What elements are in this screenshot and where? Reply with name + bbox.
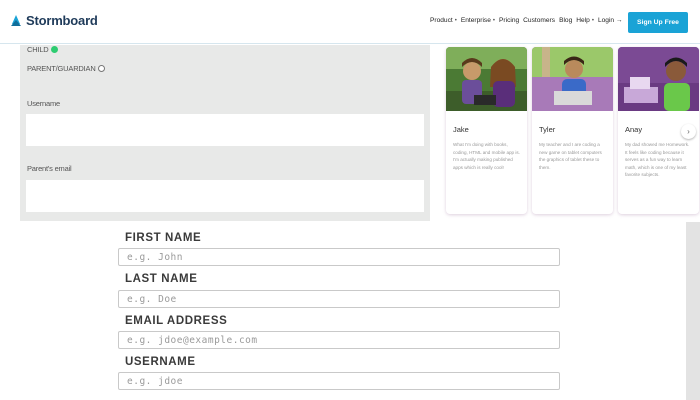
main-nav: Product • Enterprise • Pricing Customers B… (430, 17, 623, 24)
nav-customers[interactable]: Customers (523, 17, 555, 24)
top-header: Stormboard Product • Enterprise • Pricing … (0, 0, 700, 44)
testimonial-photo (618, 47, 699, 111)
form-username-field[interactable] (118, 372, 560, 390)
first-name-field[interactable] (118, 248, 560, 266)
logo-text: Stormboard (26, 13, 98, 28)
nav-product-label: Product (430, 17, 453, 24)
username-field[interactable] (26, 114, 424, 146)
email-label: EMAIL ADDRESS (125, 315, 228, 327)
nav-blog[interactable]: Blog (559, 17, 572, 24)
nav-help-label: Help (576, 17, 590, 24)
testimonial-description: What I'm doing with books, coding, HTML … (453, 142, 520, 170)
sign-up-free-button[interactable]: Sign Up Free (628, 12, 688, 33)
role-parent-option[interactable]: PARENT/GUARDIAN (27, 64, 105, 73)
testimonial-name: Anay (625, 125, 643, 134)
email-field[interactable] (118, 331, 560, 349)
testimonial-description: My dad showed me Homework. It feels like… (625, 142, 690, 178)
page: Stormboard Product • Enterprise • Pricing … (0, 0, 700, 400)
testimonial-name: Jake (453, 125, 469, 134)
nav-product-caret-icon: • (454, 17, 457, 24)
testimonial-photo (446, 47, 527, 111)
nav-help[interactable]: Help • (576, 17, 594, 24)
testimonial-photo (532, 47, 613, 111)
parent-email-field[interactable] (26, 180, 424, 212)
last-name-label: LAST NAME (125, 273, 198, 285)
nav-help-caret-icon: • (591, 17, 594, 24)
last-name-field[interactable] (118, 290, 560, 308)
logo[interactable]: Stormboard (10, 13, 98, 28)
role-child-option[interactable]: CHILD (27, 45, 58, 54)
username-label: Username (27, 99, 60, 108)
testimonial-name: Tyler (539, 125, 556, 134)
testimonial-description: My teacher and I are coding a new game o… (539, 142, 602, 170)
role-child-radio[interactable] (50, 46, 58, 53)
first-name-label: FIRST NAME (125, 232, 202, 244)
nav-enterprise[interactable]: Enterprise • (461, 17, 495, 24)
testimonial-card[interactable]: Jake What I'm doing with books, coding, … (446, 47, 527, 214)
page-scrollbar[interactable] (686, 222, 700, 400)
testimonial-carousel: Jake What I'm doing with books, coding, … (446, 47, 700, 215)
nav-login[interactable]: Login → (598, 17, 623, 24)
parent-email-label: Parent's email (27, 164, 72, 173)
stormboard-logo-icon (11, 14, 21, 26)
chevron-right-icon[interactable]: › (681, 124, 696, 139)
nav-enterprise-caret-icon: • (492, 17, 496, 24)
nav-product[interactable]: Product • (430, 17, 457, 24)
account-type-panel: CHILD PARENT/GUARDIAN Username Parent's … (20, 45, 430, 221)
role-parent-radio[interactable] (97, 65, 105, 72)
testimonial-card[interactable]: Tyler My teacher and I are coding a new … (532, 47, 613, 214)
role-parent-label: PARENT/GUARDIAN (27, 64, 96, 73)
nav-enterprise-label: Enterprise (460, 17, 491, 24)
form-username-label: USERNAME (125, 356, 196, 368)
nav-pricing[interactable]: Pricing (499, 17, 519, 24)
role-child-label: CHILD (27, 45, 49, 54)
